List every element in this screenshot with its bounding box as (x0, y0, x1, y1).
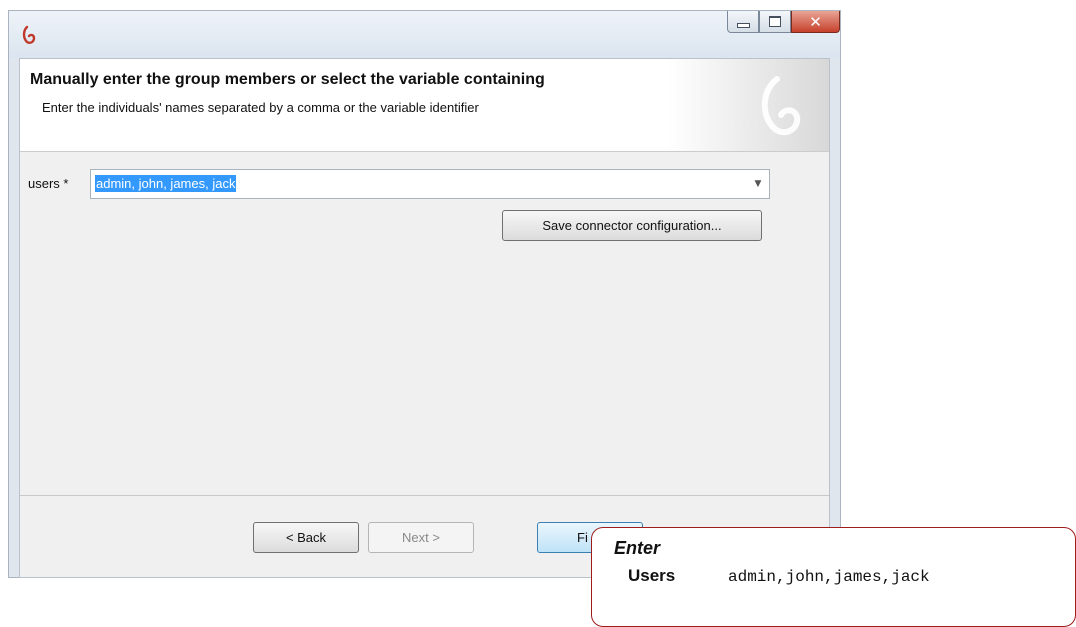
window-controls: ✕ (727, 11, 840, 37)
save-connector-configuration-button[interactable]: Save connector configuration... (502, 210, 762, 241)
close-icon: ✕ (809, 12, 822, 31)
chevron-down-icon[interactable]: ▼ (747, 170, 769, 198)
maximize-icon (769, 16, 781, 27)
back-button[interactable]: < Back (253, 522, 359, 553)
maximize-button[interactable] (759, 11, 791, 33)
users-combobox[interactable]: admin, john, james, jack ▼ (90, 169, 770, 199)
dialog-client-area: Manually enter the group members or sele… (19, 58, 830, 578)
title-bar: ✕ (9, 11, 840, 58)
wizard-header: Manually enter the group members or sele… (20, 59, 829, 152)
callout-title: Enter (614, 538, 661, 558)
callout-value: admin,john,james,jack (728, 568, 930, 586)
dialog-window: ✕ Manually enter the group members or se… (8, 10, 841, 578)
users-input-value[interactable]: admin, john, james, jack (95, 175, 237, 192)
instruction-callout: Enter Users admin,john,james,jack (591, 527, 1076, 627)
header-logo-icon (753, 73, 811, 139)
bonita-logo-icon (21, 25, 39, 45)
close-button[interactable]: ✕ (791, 11, 840, 33)
page-subtitle: Enter the individuals' names separated b… (42, 100, 479, 115)
minimize-button[interactable] (727, 11, 759, 33)
minimize-icon (736, 23, 750, 28)
callout-key: Users (628, 566, 676, 585)
next-button[interactable]: Next > (368, 522, 474, 553)
page-title: Manually enter the group members or sele… (30, 71, 545, 88)
users-label: users * (28, 176, 69, 191)
